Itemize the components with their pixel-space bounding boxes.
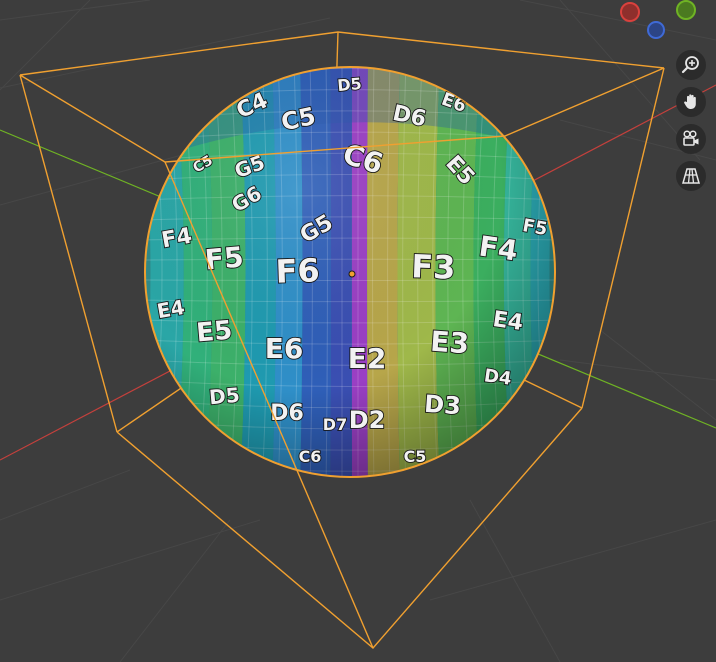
uv-sphere-mesh[interactable]: C4 C5D5D6 E6C6G5G6G5C5 E5F4F5 F6 F3 F4F5E4E5 E6… — [140, 60, 560, 490]
uv-tile-label: E4 — [491, 307, 525, 336]
grid-icon — [682, 168, 700, 184]
uv-tile-label: C6 — [299, 447, 322, 466]
uv-tile-label: F3 — [411, 247, 456, 287]
uv-tile-label: F5 — [521, 215, 549, 240]
camera-view-button[interactable] — [676, 124, 706, 154]
uv-tile-label: E3 — [429, 325, 470, 361]
3d-viewport[interactable]: C4 C5 D5 D6 E6 C6 G5 G6 G5 C5 E5 F4 F5 F6 F3 F4 F5 E4 E5 E6… — [0, 0, 716, 662]
uv-tile-label: D4 — [483, 365, 513, 390]
uv-tile-label: D6 — [270, 401, 304, 426]
zoom-in-icon — [681, 56, 699, 74]
origin-dot — [348, 270, 356, 278]
uv-tile-label: F5 — [204, 240, 245, 276]
viewport-scene[interactable]: C4 C5D5D6 E6C6G5G6G5C5 E5F4F5 F6 F3 F4F5E4E5 E6… — [0, 0, 716, 662]
uv-tile-label: D5 — [337, 74, 363, 95]
gizmo-x-axis[interactable] — [620, 2, 640, 22]
zoom-button[interactable] — [676, 50, 706, 80]
gizmo-y-axis[interactable] — [676, 0, 696, 20]
uv-tile-label: D5 — [208, 383, 241, 410]
uv-tile-label: E6 — [265, 332, 304, 365]
uv-tile-label: D7 — [323, 415, 347, 434]
gizmo-z-axis[interactable] — [647, 21, 665, 39]
uv-tile-label: C5 — [404, 447, 427, 466]
perspective-toggle-button[interactable] — [676, 161, 706, 191]
uv-tile-label: F4 — [477, 230, 520, 268]
uv-tile-label: D2 — [349, 406, 386, 434]
camera-icon — [683, 130, 699, 146]
uv-tile-label: E5 — [195, 316, 233, 349]
uv-tile-label: E4 — [155, 295, 186, 323]
uv-tile-label: D3 — [423, 390, 461, 420]
uv-tile-label: F6 — [275, 251, 320, 291]
uv-tile-label: F4 — [160, 224, 194, 254]
uv-tile-label: E2 — [348, 342, 387, 375]
pan-button[interactable] — [676, 87, 706, 117]
hand-icon — [684, 94, 696, 109]
